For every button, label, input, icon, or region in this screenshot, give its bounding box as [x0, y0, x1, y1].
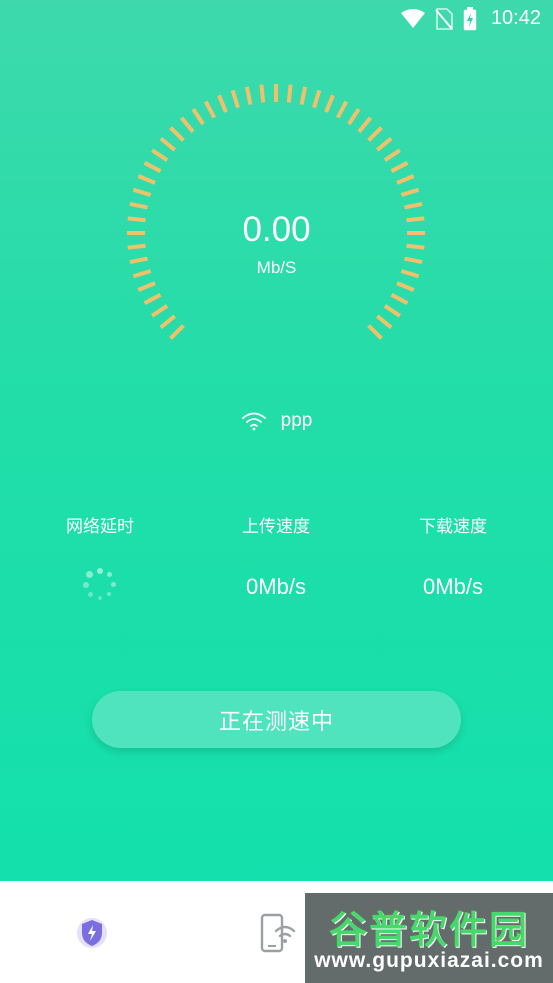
testing-button[interactable]: 正在测速中	[92, 691, 461, 748]
network-name: ppp	[280, 410, 313, 431]
latency-stat: 网络延时	[20, 512, 180, 602]
gauge-tick	[347, 107, 361, 126]
download-value: 0Mb/s	[423, 574, 483, 599]
watermark-overlay: 谷普软件园 www.gupuxiazai.com	[305, 893, 553, 983]
gauge-tick	[159, 314, 176, 330]
phone-wifi-icon	[260, 913, 296, 953]
gauge-tick	[259, 84, 266, 103]
gauge-tick	[159, 136, 176, 152]
gauge-tick	[396, 174, 415, 185]
gauge-tick	[143, 293, 162, 305]
wifi-icon	[241, 412, 266, 431]
gauge-tick	[230, 89, 240, 109]
gauge-tick	[244, 86, 253, 105]
shield-lightning-icon	[77, 918, 107, 948]
watermark-title: 谷普软件园	[328, 908, 529, 952]
upload-label: 上传速度	[242, 517, 310, 537]
gauge-tick	[383, 148, 402, 162]
upload-stat: 上传速度 0Mb/s	[196, 512, 356, 602]
gauge-tick	[179, 116, 195, 133]
gauge-tick	[376, 136, 393, 152]
gauge-tick	[390, 161, 409, 173]
gauge-tick	[312, 89, 322, 109]
gauge-tick	[129, 201, 148, 210]
download-label: 下载速度	[419, 517, 487, 537]
gauge-tick	[286, 84, 293, 103]
main-panel: 10:42 0.00 Mb/S ppp 网络延时 上传速度 0Mb/s 下载速度…	[0, 0, 553, 881]
gauge-tick	[404, 201, 423, 210]
gauge-tick	[367, 126, 383, 142]
gauge-tick	[217, 94, 228, 113]
speed-gauge	[127, 84, 425, 340]
gauge-tick	[137, 281, 156, 292]
gauge-tick	[400, 187, 420, 197]
watermark-url: www.gupuxiazai.com	[314, 949, 544, 972]
nav-item-speed-test[interactable]	[72, 911, 112, 955]
gauge-tick	[367, 324, 383, 340]
gauge-tick	[137, 174, 156, 185]
network-info: ppp	[0, 410, 553, 432]
gauge-tick	[376, 314, 393, 330]
gauge-tick	[150, 304, 169, 318]
loading-spinner-icon	[83, 568, 117, 602]
download-stat: 下载速度 0Mb/s	[373, 512, 533, 602]
gauge-tick	[383, 304, 402, 318]
gauge-tick	[191, 107, 205, 126]
gauge-tick	[132, 187, 152, 197]
gauge-tick	[143, 161, 162, 173]
gauge-tick	[336, 100, 348, 119]
gauge-tick	[396, 281, 415, 292]
nav-item-phone-wifi[interactable]	[258, 911, 298, 955]
gauge-tick	[324, 94, 335, 113]
gauge-tick	[169, 324, 185, 340]
speed-value: 0.00	[242, 210, 311, 249]
gauge-tick	[357, 116, 373, 133]
upload-value: 0Mb/s	[246, 574, 306, 599]
gauge-tick	[150, 148, 169, 162]
gauge-tick	[169, 126, 185, 142]
speed-unit: Mb/S	[256, 258, 297, 277]
gauge-tick	[299, 86, 308, 105]
latency-label: 网络延时	[66, 517, 134, 537]
gauge-tick	[390, 293, 409, 305]
speed-test-screen: 10:42 0.00 Mb/S ppp 网络延时 上传速度 0Mb/s 下载速度…	[0, 0, 553, 983]
gauge-tick	[204, 100, 216, 119]
